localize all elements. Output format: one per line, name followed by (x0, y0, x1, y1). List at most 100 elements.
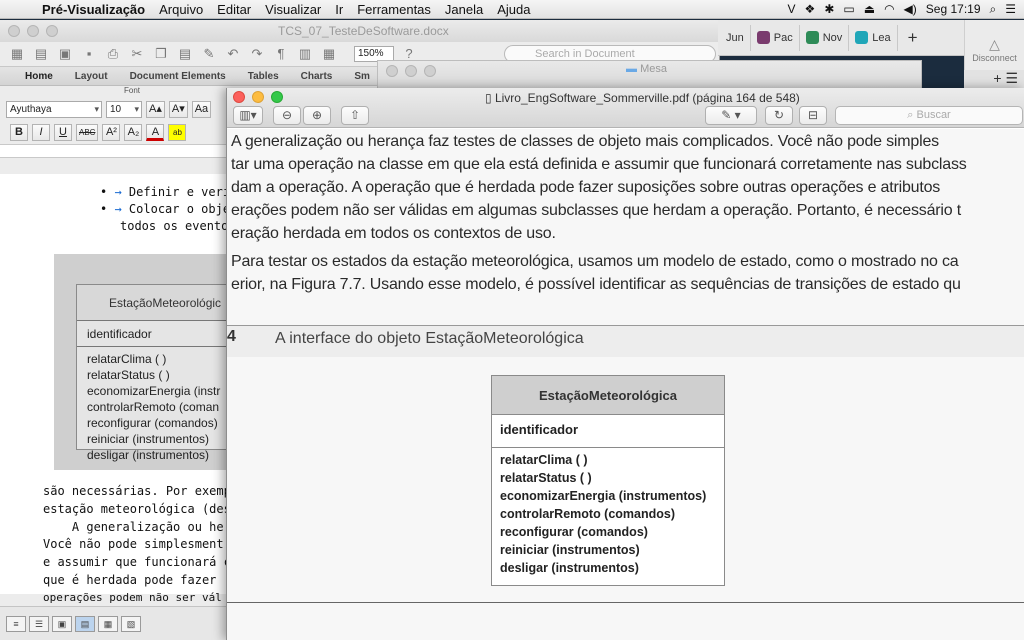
spotlight-icon[interactable]: ⌕ (990, 2, 997, 17)
font-size-select[interactable]: 10 (106, 100, 142, 118)
zoom-button[interactable] (424, 65, 436, 77)
bold-button[interactable]: B (10, 123, 28, 141)
save-icon[interactable]: ▪ (80, 46, 98, 62)
menu-visualizar[interactable]: Visualizar (258, 2, 328, 17)
minimize-button[interactable] (252, 91, 264, 103)
uml-operation: desligar (instrumentos) (500, 561, 639, 575)
volume-icon[interactable]: ◀) (904, 2, 917, 16)
pdf-line: A generalização ou herança faz testes de… (231, 133, 939, 150)
browser-tab[interactable]: Jun (720, 24, 751, 51)
pdf-line: tar uma operação na classe em que ela es… (231, 156, 967, 173)
focus-view-button[interactable]: ▧ (121, 615, 141, 632)
open-icon[interactable]: ▣ (56, 46, 74, 62)
print-layout-view-button[interactable]: ▤ (75, 615, 95, 632)
tab-smartart[interactable]: Sm (343, 71, 381, 82)
zoom-in-button[interactable]: ⊕ (303, 106, 331, 125)
tab-document-elements[interactable]: Document Elements (119, 71, 237, 82)
vpn-icon[interactable]: V (788, 2, 796, 16)
list-icon[interactable]: ☰ (1005, 70, 1018, 86)
uml-operation: relatarClima ( ) (500, 453, 588, 467)
sidebar-toggle-button[interactable]: ▥▾ (233, 106, 263, 125)
close-button[interactable] (386, 65, 398, 77)
close-button[interactable] (8, 25, 20, 37)
tab-layout[interactable]: Layout (64, 71, 119, 82)
print-icon[interactable]: ⎙ (104, 46, 122, 62)
clock[interactable]: Seg 17:19 (926, 2, 981, 16)
menu-janela[interactable]: Janela (438, 2, 490, 17)
preview-titlebar: ▯ Livro_EngSoftware_Sommerville.pdf (pág… (227, 88, 1024, 128)
paste-icon[interactable]: ▤ (176, 46, 194, 62)
pilcrow-icon[interactable]: ¶ (272, 46, 290, 62)
new-tab-button[interactable]: + (898, 28, 928, 48)
tab-charts[interactable]: Charts (290, 71, 344, 82)
markup-button[interactable]: ✎ ▾ (705, 106, 757, 125)
grow-font-button[interactable]: A▴ (146, 100, 165, 118)
menu-arquivo[interactable]: Arquivo (152, 2, 210, 17)
outline-view-button[interactable]: ☰ (29, 615, 49, 632)
toolbox-button[interactable]: ⊟ (799, 106, 827, 125)
menu-ir[interactable]: Ir (328, 2, 350, 17)
browser-tab[interactable]: Pac (751, 24, 800, 51)
search-input[interactable]: ⌕ Buscar (835, 106, 1023, 125)
browser-tab[interactable]: Lea (849, 24, 898, 51)
zoom-button[interactable] (271, 91, 283, 103)
font-name-select[interactable]: Ayuthaya (6, 100, 102, 118)
word-titlebar: TCS_07_TesteDeSoftware.docx (0, 20, 719, 42)
font-color-button[interactable]: A (146, 123, 165, 141)
highlight-button[interactable]: ab (168, 123, 187, 141)
disconnect-panel[interactable]: △ Disconnect (964, 20, 1024, 70)
notification-center-icon[interactable]: ☰ (1005, 2, 1016, 16)
templates-icon[interactable]: ▤ (32, 46, 50, 62)
subscript-button[interactable]: A₂ (124, 123, 143, 141)
underline-button[interactable]: U (54, 123, 72, 141)
uml-operations: relatarClima ( ) relatarStatus ( ) econo… (492, 448, 724, 577)
menu-editar[interactable]: Editar (210, 2, 258, 17)
browser-tab[interactable]: Nov (800, 24, 850, 51)
copy-icon[interactable]: ❐ (152, 46, 170, 62)
italic-button[interactable]: I (32, 123, 50, 141)
eject-icon[interactable]: ⏏ (864, 2, 875, 16)
battery-icon[interactable]: ▭ (843, 2, 854, 16)
body-line: Você não pode simplesment (43, 537, 224, 551)
search-icon: ⌕ (907, 109, 914, 121)
close-button[interactable] (233, 91, 245, 103)
notebook-view-button[interactable]: ▦ (98, 615, 118, 632)
minimize-button[interactable] (27, 25, 39, 37)
wifi-icon[interactable]: ◠ (884, 2, 894, 16)
uml-attribute: identificador (492, 415, 724, 448)
menu-app-name[interactable]: Pré-Visualização (34, 2, 152, 17)
bluetooth-icon[interactable]: ✱ (824, 2, 834, 16)
shrink-font-button[interactable]: A▾ (168, 100, 188, 118)
tab-favicon-icon (805, 31, 819, 44)
tab-home[interactable]: Home (14, 71, 64, 82)
strikethrough-button[interactable]: ABC (76, 123, 99, 141)
superscript-button[interactable]: A² (102, 123, 121, 141)
add-icon[interactable]: + (993, 70, 1001, 86)
photo-op: controlarRemoto (coman (87, 400, 220, 414)
menu-ajuda[interactable]: Ajuda (490, 2, 537, 17)
photo-operations: relatarClima ( ) relatarStatus ( ) econo… (77, 347, 245, 463)
rotate-button[interactable]: ↻ (765, 106, 793, 125)
menu-ferramentas[interactable]: Ferramentas (350, 2, 438, 17)
sidebar-icon[interactable]: ▥ (296, 46, 314, 62)
status-area: V ❖ ✱ ▭ ⏏ ◠ ◀) Seg 17:19 ⌕ ☰ (788, 2, 1024, 17)
cut-icon[interactable]: ✂ (128, 46, 146, 62)
change-case-button[interactable]: Aa (191, 100, 212, 118)
gallery-icon[interactable]: ▦ (320, 46, 338, 62)
pdf-page[interactable]: A generalização ou herança faz testes de… (227, 129, 1024, 640)
uml-photo[interactable]: EstaçãoMeteorológic identificador relata… (54, 254, 246, 470)
photo-op: relatarClima ( ) (87, 352, 167, 366)
zoom-out-button[interactable]: ⊖ (273, 106, 301, 125)
publishing-view-button[interactable]: ▣ (52, 615, 72, 632)
format-painter-icon[interactable]: ✎ (200, 46, 218, 62)
new-doc-icon[interactable]: ▦ (8, 46, 26, 62)
tab-tables[interactable]: Tables (237, 71, 290, 82)
dropbox-icon[interactable]: ❖ (805, 2, 816, 16)
share-button[interactable]: ⇧ (341, 106, 369, 125)
redo-icon[interactable]: ↷ (248, 46, 266, 62)
zoom-button[interactable] (46, 25, 58, 37)
draft-view-button[interactable]: ≡ (6, 615, 26, 632)
undo-icon[interactable]: ↶ (224, 46, 242, 62)
minimize-button[interactable] (405, 65, 417, 77)
pdf-line: erações podem não ser válidas em algumas… (231, 202, 961, 219)
